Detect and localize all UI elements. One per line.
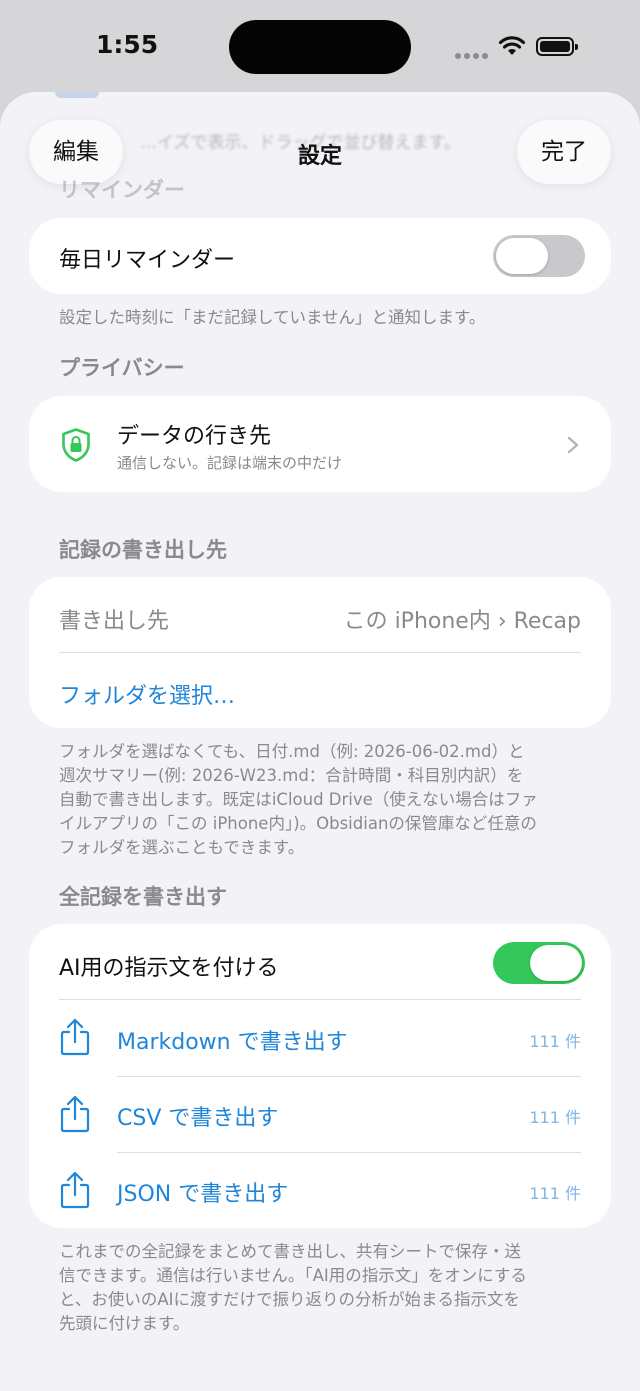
status-bar: 1:55 (0, 0, 640, 92)
battery-icon (536, 37, 578, 56)
daily-reminder-label: 毎日リマインダー (59, 248, 236, 273)
share-icon (60, 1095, 90, 1133)
export-json-label: JSON で書き出す (117, 1182, 289, 1207)
dynamic-island (229, 20, 411, 74)
footer-line: フォルダを選ばなくても、日付.md（例: 2026-06-02.md）と (59, 742, 525, 761)
background-peek (55, 92, 99, 98)
export-markdown-button[interactable]: Markdown で書き出す 111 件 (29, 1000, 611, 1076)
chevron-right-icon (567, 436, 579, 454)
choose-folder-button[interactable]: フォルダを選択… (59, 678, 235, 710)
record-count: 111 件 (529, 1184, 581, 1203)
share-icon (60, 1018, 90, 1056)
record-count: 111 件 (529, 1032, 581, 1051)
export-destination-footer: フォルダを選ばなくても、日付.md（例: 2026-06-02.md）と 週次サ… (59, 740, 569, 860)
record-count: 111 件 (529, 1108, 581, 1127)
export-destination-card: 書き出し先 この iPhone内 › Recap フォルダを選択… (29, 577, 611, 728)
daily-reminder-toggle[interactable] (493, 235, 585, 277)
export-all-header: 全記録を書き出す (59, 885, 227, 909)
done-button[interactable]: 完了 (517, 120, 611, 184)
privacy-section-header: プライバシー (59, 356, 185, 380)
footer-line: 週次サマリー(例: 2026-W23.md：合計時間・科目別内訳）を (59, 766, 524, 785)
footer-line: イルアプリの「この iPhone内」)。Obsidianの保管庫など任意の (59, 814, 537, 833)
share-icon (60, 1171, 90, 1209)
footer-line: と、お使いのAIに渡すだけで振り返りの分析が始まる指示文を (59, 1290, 520, 1309)
export-all-card: AI用の指示文を付ける Markdown で書き出す 111 件 CSV で書き… (29, 924, 611, 1228)
divider (59, 652, 581, 653)
privacy-title: データの行き先 (117, 424, 272, 449)
export-markdown-label: Markdown で書き出す (117, 1030, 348, 1055)
footer-line: これまでの全記録をまとめて書き出し、共有シートで保存・送 (59, 1242, 521, 1261)
shield-lock-icon (62, 428, 90, 462)
toggle-knob (530, 945, 582, 981)
toggle-knob (496, 238, 548, 274)
export-csv-button[interactable]: CSV で書き出す 111 件 (29, 1077, 611, 1153)
footer-line: 自動で書き出します。既定はiCloud Drive（使えない場合はファ (59, 790, 538, 809)
export-destination-label: 書き出し先 (59, 609, 170, 634)
ai-instructions-toggle[interactable] (493, 942, 585, 984)
reminder-card: 毎日リマインダー (29, 218, 611, 294)
footer-line: 信できます。通信は行いません。「AI用の指示文」をオンにする (59, 1266, 527, 1285)
export-csv-label: CSV で書き出す (117, 1106, 279, 1131)
export-destination-value: この iPhone内 › Recap (343, 609, 581, 634)
footer-line: 先頭に付けます。 (59, 1314, 190, 1333)
status-time: 1:55 (96, 30, 159, 59)
ai-instructions-label: AI用の指示文を付ける (59, 956, 279, 981)
export-all-footer: これまでの全記録をまとめて書き出し、共有シートで保存・送 信できます。通信は行い… (59, 1240, 569, 1336)
wifi-icon (498, 36, 526, 55)
footer-line: フォルダを選ぶこともできます。 (59, 838, 305, 857)
privacy-subtitle: 通信しない。記録は端末の中だけ (117, 454, 343, 472)
cellular-signal-icon (455, 44, 491, 59)
reminder-footer: 設定した時刻に「まだ記録していません」と通知します。 (59, 308, 486, 327)
export-json-button[interactable]: JSON で書き出す 111 件 (29, 1153, 611, 1228)
settings-sheet: …イズで表示、ドラッグで並び替えます。 編集 設定 完了 リマインダー 毎日リマ… (0, 92, 640, 1391)
export-destination-header: 記録の書き出し先 (59, 538, 227, 562)
reminder-section-header: リマインダー (59, 178, 185, 202)
privacy-row[interactable]: データの行き先 通信しない。記録は端末の中だけ (29, 396, 611, 492)
